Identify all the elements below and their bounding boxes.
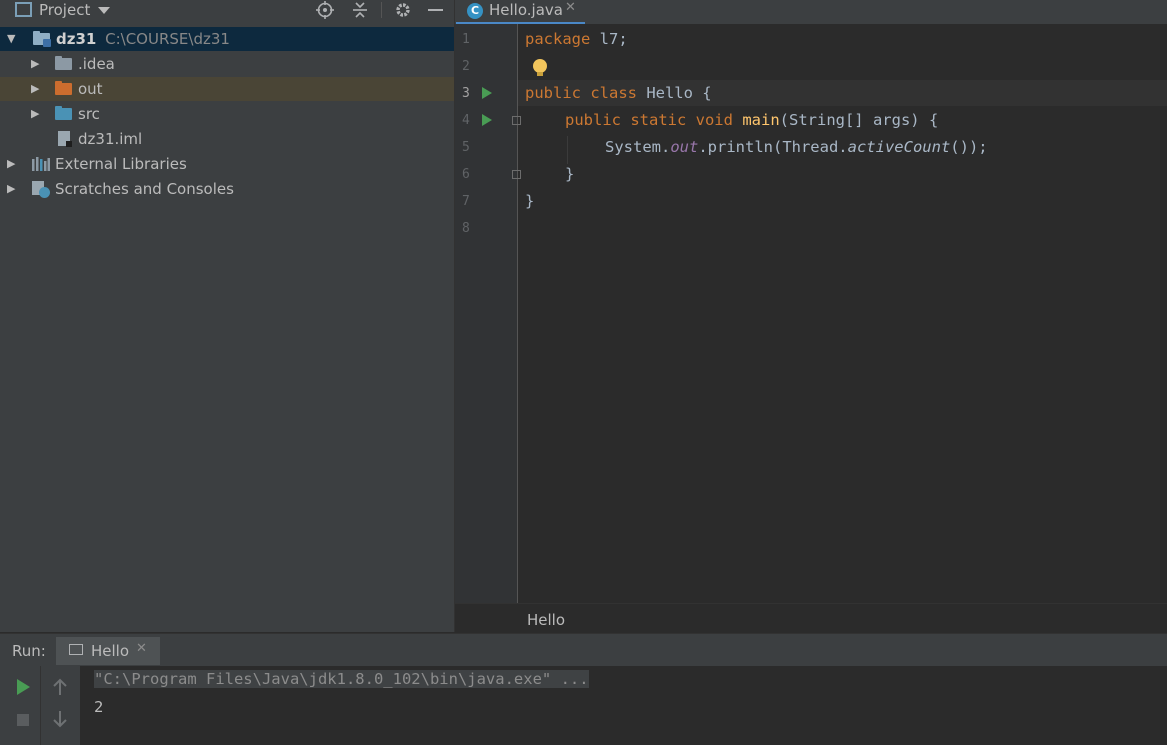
tree-item-label: External Libraries [55, 155, 187, 173]
close-icon[interactable]: ✕ [565, 0, 576, 15]
code-line-6: } [565, 165, 574, 183]
tree-item-dz31[interactable]: ▼ dz31 C:\COURSE\dz31 [0, 27, 454, 51]
tree-item-idea[interactable]: ▶ .idea [0, 52, 454, 76]
code-text: System. [605, 138, 671, 156]
indent-guide [567, 136, 568, 164]
tree-item-out[interactable]: ▶ out [0, 77, 454, 101]
java-class-icon: C [467, 3, 483, 19]
code-line-4: public static void main(String[] args) { [565, 111, 938, 129]
tree-item-label: Scratches and Consoles [55, 180, 234, 198]
project-panel-header: Project [0, 0, 454, 22]
chevron-right-icon[interactable]: ▶ [31, 102, 39, 126]
method-name: main [742, 111, 780, 129]
keyword: public class [525, 84, 637, 102]
breadcrumb-item[interactable]: Hello [527, 611, 565, 629]
code-text: } [565, 165, 575, 183]
tree-item-label: .idea [78, 55, 115, 73]
tree-item-label: out [78, 80, 103, 98]
tab-label: Hello.java [489, 1, 563, 19]
static-field: out [670, 138, 699, 156]
module-badge-icon [43, 39, 51, 47]
fold-icon[interactable] [512, 170, 521, 179]
tree-item-label: dz31 [56, 30, 97, 48]
run-panel-label: Run: [12, 642, 46, 660]
chevron-down-icon[interactable] [98, 7, 110, 14]
static-method: activeCount [847, 138, 951, 156]
project-panel-title[interactable]: Project [39, 1, 90, 19]
folder-icon [55, 56, 72, 70]
console-output-line: 2 [94, 698, 104, 716]
tree-item-external-libraries[interactable]: ▶ External Libraries [0, 152, 454, 176]
chevron-right-icon[interactable]: ▶ [31, 77, 39, 101]
file-icon-badge [66, 141, 72, 147]
tree-item-scratches[interactable]: ▶ Scratches and Consoles [0, 177, 454, 201]
line-number: 8 [462, 221, 470, 236]
keyword: public static void [565, 111, 733, 129]
run-main-icon[interactable] [482, 114, 492, 126]
run-toolbar [0, 666, 80, 745]
tree-item-src[interactable]: ▶ src [0, 102, 454, 126]
code-text: Hello { [636, 84, 712, 102]
stop-icon[interactable] [17, 714, 29, 726]
chevron-down-icon[interactable]: ▼ [7, 27, 15, 51]
console-icon [69, 644, 83, 655]
project-view-icon [15, 2, 32, 17]
line-number: 2 [462, 59, 470, 74]
tree-item-label: src [78, 105, 100, 123]
collapse-icon[interactable] [351, 1, 369, 19]
code-text: } [525, 192, 535, 210]
code-line-1: package l7; [525, 30, 628, 48]
tab-hello-java[interactable]: C Hello.java ✕ [456, 0, 585, 24]
console-command-line[interactable]: "C:\Program Files\Java\jdk1.8.0_102\bin\… [94, 670, 589, 688]
code-line-5: System.out.println(Thread.activeCount())… [605, 138, 988, 156]
fold-icon[interactable] [512, 116, 521, 125]
code-line-7: } [525, 192, 534, 210]
tree-item-label: dz31.iml [78, 130, 143, 148]
gear-icon[interactable] [394, 1, 412, 19]
code-text: .println(Thread. [698, 138, 848, 156]
code-text: l7; [590, 30, 628, 48]
tree-item-dz31-iml[interactable]: dz31.iml [0, 127, 454, 151]
divider [381, 2, 382, 18]
chevron-right-icon[interactable]: ▶ [7, 152, 15, 176]
chevron-right-icon[interactable]: ▶ [31, 52, 39, 76]
run-tab-hello[interactable]: Hello ✕ [56, 637, 160, 665]
run-panel-header [0, 633, 1167, 667]
lightbulb-base [537, 72, 543, 76]
keyword: package [525, 30, 591, 48]
line-number: 6 [462, 167, 470, 182]
source-folder-icon [55, 106, 72, 120]
line-number: 7 [462, 194, 470, 209]
line-number: 3 [462, 86, 470, 101]
minimize-icon[interactable] [428, 9, 443, 11]
libraries-icon [32, 157, 50, 171]
run-tab-label: Hello [91, 642, 130, 660]
chevron-right-icon[interactable]: ▶ [7, 177, 15, 201]
divider [40, 666, 41, 745]
module-path: C:\COURSE\dz31 [105, 30, 230, 48]
breadcrumb: Hello [455, 603, 1167, 633]
line-number: 4 [462, 113, 470, 128]
code-text: (String[] args) { [779, 111, 939, 129]
clock-badge-icon [39, 187, 50, 198]
code-text: ()); [950, 138, 988, 156]
editor-gutter [455, 24, 518, 603]
lightbulb-icon[interactable] [533, 59, 547, 73]
close-icon[interactable]: ✕ [136, 641, 147, 656]
rerun-icon[interactable] [17, 679, 30, 695]
code-line-3: public class Hello { [525, 84, 712, 102]
line-number: 1 [462, 32, 470, 47]
locate-icon[interactable] [316, 1, 334, 19]
excluded-folder-icon [55, 81, 72, 95]
arrow-down-icon[interactable] [52, 710, 68, 728]
line-number: 5 [462, 140, 470, 155]
arrow-up-icon[interactable] [52, 678, 68, 696]
run-class-icon[interactable] [482, 87, 492, 99]
